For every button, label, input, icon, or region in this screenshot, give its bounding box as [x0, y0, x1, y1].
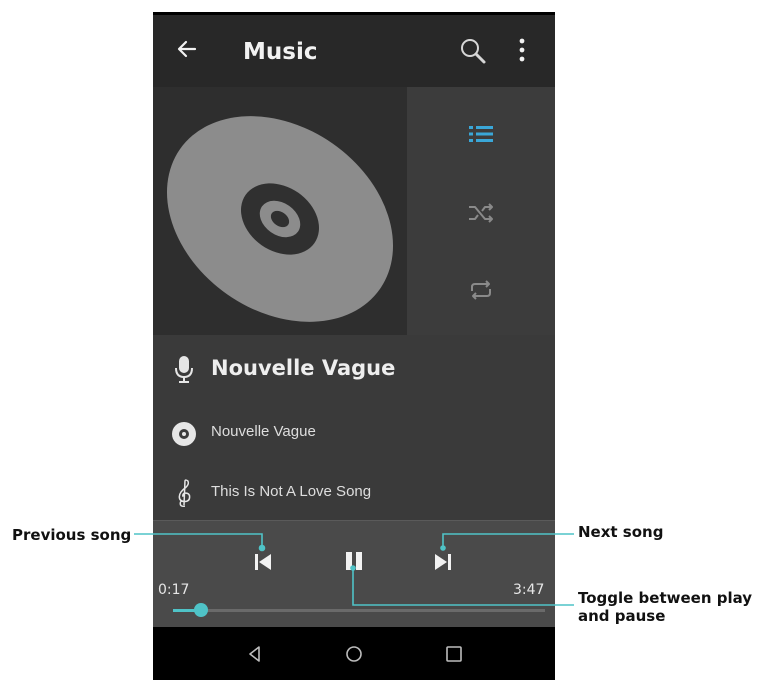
- album-row[interactable]: Nouvelle Vague: [153, 412, 555, 456]
- song-title: This Is Not A Love Song: [211, 483, 372, 500]
- callout-toggle-play-pause: Toggle between play and pause: [578, 589, 753, 625]
- callout-next-song: Next song: [578, 523, 664, 541]
- treble-clef-icon: [178, 479, 191, 508]
- callout-previous-song: Previous song: [12, 526, 132, 544]
- next-song-icon[interactable]: [430, 549, 456, 575]
- nav-home-icon[interactable]: [343, 643, 365, 665]
- elapsed-time: 0:17: [158, 582, 190, 598]
- shuffle-icon[interactable]: [466, 198, 496, 228]
- pause-icon[interactable]: [341, 548, 367, 574]
- playback-controls: 0:17 3:47: [153, 520, 555, 628]
- artist-row[interactable]: Nouvelle Vague: [153, 342, 555, 398]
- nav-back-icon[interactable]: [244, 643, 266, 665]
- album-art: [153, 87, 407, 335]
- artist-name: Nouvelle Vague: [211, 356, 396, 380]
- app-bar: Music: [153, 15, 555, 87]
- more-vert-icon[interactable]: [517, 37, 527, 63]
- previous-song-icon[interactable]: [250, 549, 276, 575]
- disc-icon: [166, 116, 394, 322]
- search-icon[interactable]: [457, 35, 489, 67]
- album-icon: [172, 422, 196, 446]
- phone-screen: Music Nouvelle Vague Nouvelle Vague This…: [153, 12, 555, 680]
- duration-time: 3:47: [513, 582, 545, 598]
- system-navigation-bar: [153, 627, 555, 680]
- microphone-icon: [175, 356, 193, 383]
- repeat-icon[interactable]: [466, 275, 496, 305]
- progress-track[interactable]: [173, 609, 545, 612]
- album-name: Nouvelle Vague: [211, 423, 316, 440]
- playback-options: [407, 87, 555, 335]
- back-arrow-icon[interactable]: [175, 37, 199, 61]
- page-title: Music: [243, 39, 318, 65]
- progress-thumb[interactable]: [193, 603, 208, 617]
- song-row[interactable]: This Is Not A Love Song: [153, 472, 555, 516]
- nav-recents-icon[interactable]: [443, 643, 465, 665]
- playlist-icon[interactable]: [466, 119, 496, 149]
